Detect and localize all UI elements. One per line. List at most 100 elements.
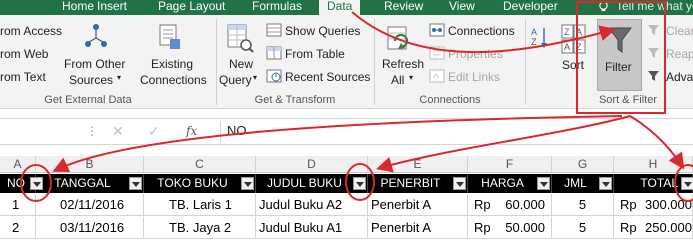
confirm-formula-button[interactable]: ✓ [148, 123, 160, 140]
filter-dropdown-jml[interactable] [599, 177, 612, 190]
chevron-down-icon: ▾ [253, 73, 258, 82]
new-query-label-2[interactable]: Query [219, 73, 252, 87]
network-sources-icon [85, 24, 107, 47]
tab-view[interactable]: View [449, 0, 475, 15]
column-header-a[interactable]: A [0, 156, 36, 173]
tab-page-layout[interactable]: Page Layout [158, 0, 225, 15]
tab-developer[interactable]: Developer [503, 0, 558, 15]
table-row: 2 03/11/2016 TB. Jaya 2 Judul Buku A1 Pe… [0, 217, 693, 239]
chevron-down-icon: ▾ [409, 73, 414, 82]
filter-dropdown-toko-buku[interactable] [241, 177, 254, 190]
existing-connections-icon [159, 24, 180, 49]
name-box[interactable] [0, 122, 55, 142]
from-access-button[interactable]: rom Access [0, 24, 62, 38]
table-row: 1 02/11/2016 TB. Laris 1 Judul Buku A2 P… [0, 194, 693, 216]
cell-jml[interactable]: 5 [552, 194, 614, 216]
new-query-label-1[interactable]: New [229, 57, 253, 71]
tab-home[interactable]: Home [62, 0, 94, 15]
cell-harga[interactable]: Rp 60.000 [468, 194, 552, 216]
cell-jml[interactable]: 5 [552, 217, 614, 239]
filter-dropdown-judul-buku[interactable] [353, 177, 366, 190]
cell-total[interactable]: Rp 250.000 [614, 217, 693, 239]
header-cell-toko-buku[interactable]: TOKO BUKU [144, 174, 256, 193]
group-label-get-transform: Get & Transform [254, 94, 336, 106]
cell-no[interactable]: 2 [0, 217, 36, 239]
header-label: JML [564, 176, 587, 190]
from-other-sources-label-2[interactable]: Sources [69, 73, 113, 87]
insert-function-button[interactable]: fx [186, 124, 197, 138]
cell-no[interactable]: 1 [0, 194, 36, 216]
tell-me-box[interactable]: Tell me what you [616, 0, 693, 13]
from-other-sources-label-1[interactable]: From Other [64, 57, 125, 71]
table-header-row: NO TANGGAL TOKO BUKU JUDUL BUKU PENERBIT… [0, 174, 693, 193]
column-header-g[interactable]: G [552, 156, 614, 173]
chevron-down-icon: ▾ [117, 73, 122, 82]
properties-button[interactable]: Properties [448, 47, 503, 61]
clear-filter-icon [648, 25, 659, 35]
edit-links-icon [429, 69, 445, 83]
tab-review[interactable]: Review [384, 0, 423, 15]
filter-dropdown-total[interactable] [681, 177, 693, 190]
clear-button[interactable]: Clear [666, 24, 693, 38]
cell-judul-buku[interactable]: Judul Buku A1 [256, 217, 368, 239]
tab-formulas[interactable]: Formulas [252, 0, 302, 15]
header-label: NO [7, 176, 25, 190]
svg-text:A: A [531, 27, 537, 37]
tab-insert[interactable]: Insert [97, 0, 127, 15]
cell-tanggal[interactable]: 03/11/2016 [36, 217, 144, 239]
filter-button[interactable]: Filter [597, 19, 642, 91]
header-label: TANGGAL [54, 176, 111, 190]
reapply-icon [648, 48, 659, 58]
tab-data[interactable]: Data [319, 0, 361, 16]
existing-connections-label-1[interactable]: Existing [151, 57, 193, 71]
filter-dropdown-harga[interactable] [537, 177, 550, 190]
cell-harga[interactable]: Rp 50.000 [468, 217, 552, 239]
column-header-e[interactable]: E [368, 156, 468, 173]
from-web-button[interactable]: rom Web [0, 47, 48, 61]
cell-penerbit[interactable]: Penerbit A [368, 194, 468, 216]
cell-judul-buku[interactable]: Judul Buku A2 [256, 194, 368, 216]
header-label: HARGA [481, 176, 524, 190]
column-header-c[interactable]: C [144, 156, 256, 173]
ribbon-data: rom Access rom Web rom Text From Other S… [0, 15, 693, 109]
from-text-button[interactable]: rom Text [0, 70, 46, 84]
column-header-f[interactable]: F [468, 156, 552, 173]
header-label: TOKO BUKU [157, 176, 228, 190]
from-table-button[interactable]: From Table [285, 47, 345, 61]
existing-connections-label-2[interactable]: Connections [140, 73, 207, 87]
cell-total[interactable]: Rp 300.000 [614, 194, 693, 216]
cell-toko-buku[interactable]: TB. Laris 1 [144, 194, 256, 216]
currency-label: Rp [474, 197, 491, 212]
column-header-d[interactable]: D [256, 156, 368, 173]
recent-sources-button[interactable]: Recent Sources [285, 70, 370, 84]
refresh-all-label-2[interactable]: All [391, 73, 404, 87]
cell-toko-buku[interactable]: TB. Jaya 2 [144, 217, 256, 239]
show-queries-button[interactable]: Show Queries [285, 24, 360, 38]
column-header-h[interactable]: H [614, 156, 693, 173]
advanced-button[interactable]: Adva [666, 70, 693, 84]
refresh-all-label-1[interactable]: Refresh [382, 57, 424, 71]
svg-text:Z: Z [531, 37, 537, 47]
header-cell-judul-buku[interactable]: JUDUL BUKU [256, 174, 368, 193]
header-cell-tanggal[interactable]: TANGGAL [36, 174, 144, 193]
more-options-icon: ⋮ [86, 124, 99, 138]
formula-bar: ⋮ ✕ ✓ fx NO [0, 118, 693, 145]
filter-dropdown-tanggal[interactable] [129, 177, 142, 190]
cell-tanggal[interactable]: 02/11/2016 [36, 194, 144, 216]
filter-dropdown-penerbit[interactable] [453, 177, 466, 190]
reapply-button[interactable]: Reap [666, 47, 693, 61]
sort-button[interactable]: Sort [562, 58, 584, 72]
column-header-b[interactable]: B [36, 156, 144, 173]
properties-icon [429, 46, 445, 60]
cancel-formula-button[interactable]: ✕ [112, 123, 124, 140]
svg-text:A: A [576, 27, 582, 37]
svg-text:A: A [564, 42, 570, 52]
from-table-icon [266, 46, 282, 60]
edit-links-button[interactable]: Edit Links [448, 70, 500, 84]
connections-button[interactable]: Connections [448, 24, 515, 38]
group-separator [216, 19, 217, 105]
total-value: 300.000 [645, 197, 692, 212]
formula-input[interactable]: NO [220, 121, 693, 142]
advanced-filter-icon [648, 71, 659, 81]
cell-penerbit[interactable]: Penerbit A [368, 217, 468, 239]
